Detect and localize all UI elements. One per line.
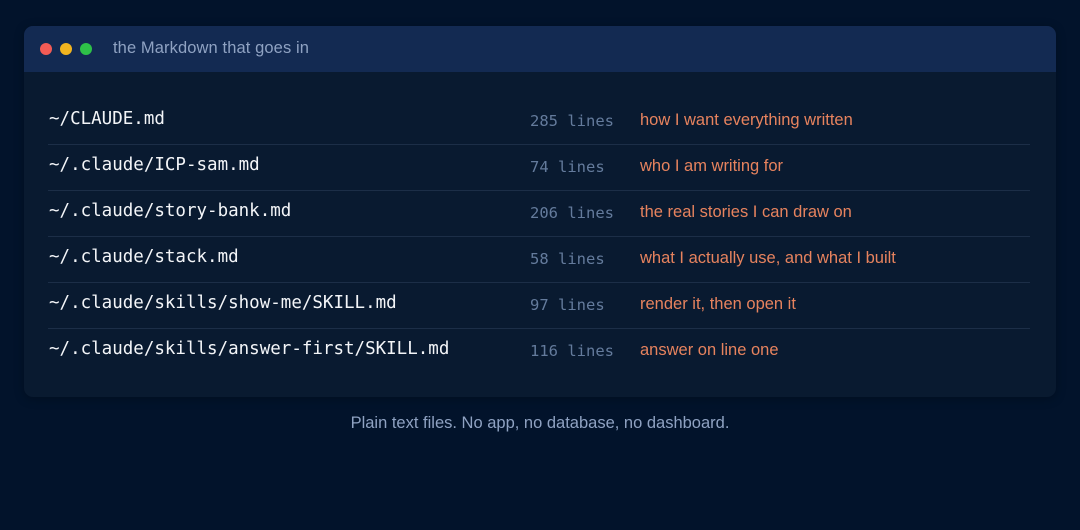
file-row: ~/CLAUDE.md 285 lines how I want everyth…	[48, 99, 1030, 145]
close-window-button[interactable]	[40, 43, 52, 55]
file-row: ~/.claude/skills/show-me/SKILL.md 97 lin…	[48, 283, 1030, 329]
file-path: ~/.claude/skills/show-me/SKILL.md	[49, 293, 397, 313]
file-description: the real stories I can draw on	[640, 203, 852, 221]
file-path: ~/.claude/ICP-sam.md	[49, 155, 260, 175]
line-count: 74 lines	[530, 158, 605, 176]
file-row: ~/.claude/stack.md 58 lines what I actua…	[48, 237, 1030, 283]
line-count: 58 lines	[530, 250, 605, 268]
minimize-window-button[interactable]	[60, 43, 72, 55]
line-count: 97 lines	[530, 296, 605, 314]
file-list: ~/CLAUDE.md 285 lines how I want everyth…	[48, 99, 1030, 375]
file-row: ~/.claude/skills/answer-first/SKILL.md 1…	[48, 329, 1030, 375]
file-row: ~/.claude/ICP-sam.md 74 lines who I am w…	[48, 145, 1030, 191]
terminal-window: the Markdown that goes in ~/CLAUDE.md 28…	[24, 26, 1056, 397]
window-titlebar: the Markdown that goes in	[24, 26, 1056, 72]
caption-text: Plain text files. No app, no database, n…	[350, 414, 730, 432]
file-row: ~/.claude/story-bank.md 206 lines the re…	[48, 191, 1030, 237]
file-description: render it, then open it	[640, 295, 796, 313]
file-description: answer on line one	[640, 341, 779, 359]
window-title: the Markdown that goes in	[113, 39, 310, 57]
line-count: 285 lines	[530, 112, 614, 130]
file-description: what I actually use, and what I built	[640, 249, 896, 267]
file-path: ~/.claude/skills/answer-first/SKILL.md	[49, 339, 450, 359]
file-path: ~/.claude/stack.md	[49, 247, 239, 267]
file-path: ~/CLAUDE.md	[49, 109, 165, 129]
line-count: 116 lines	[530, 342, 614, 360]
file-description: who I am writing for	[640, 157, 784, 175]
line-count: 206 lines	[530, 204, 614, 222]
file-description: how I want everything written	[640, 111, 853, 129]
maximize-window-button[interactable]	[80, 43, 92, 55]
file-path: ~/.claude/story-bank.md	[49, 201, 292, 221]
